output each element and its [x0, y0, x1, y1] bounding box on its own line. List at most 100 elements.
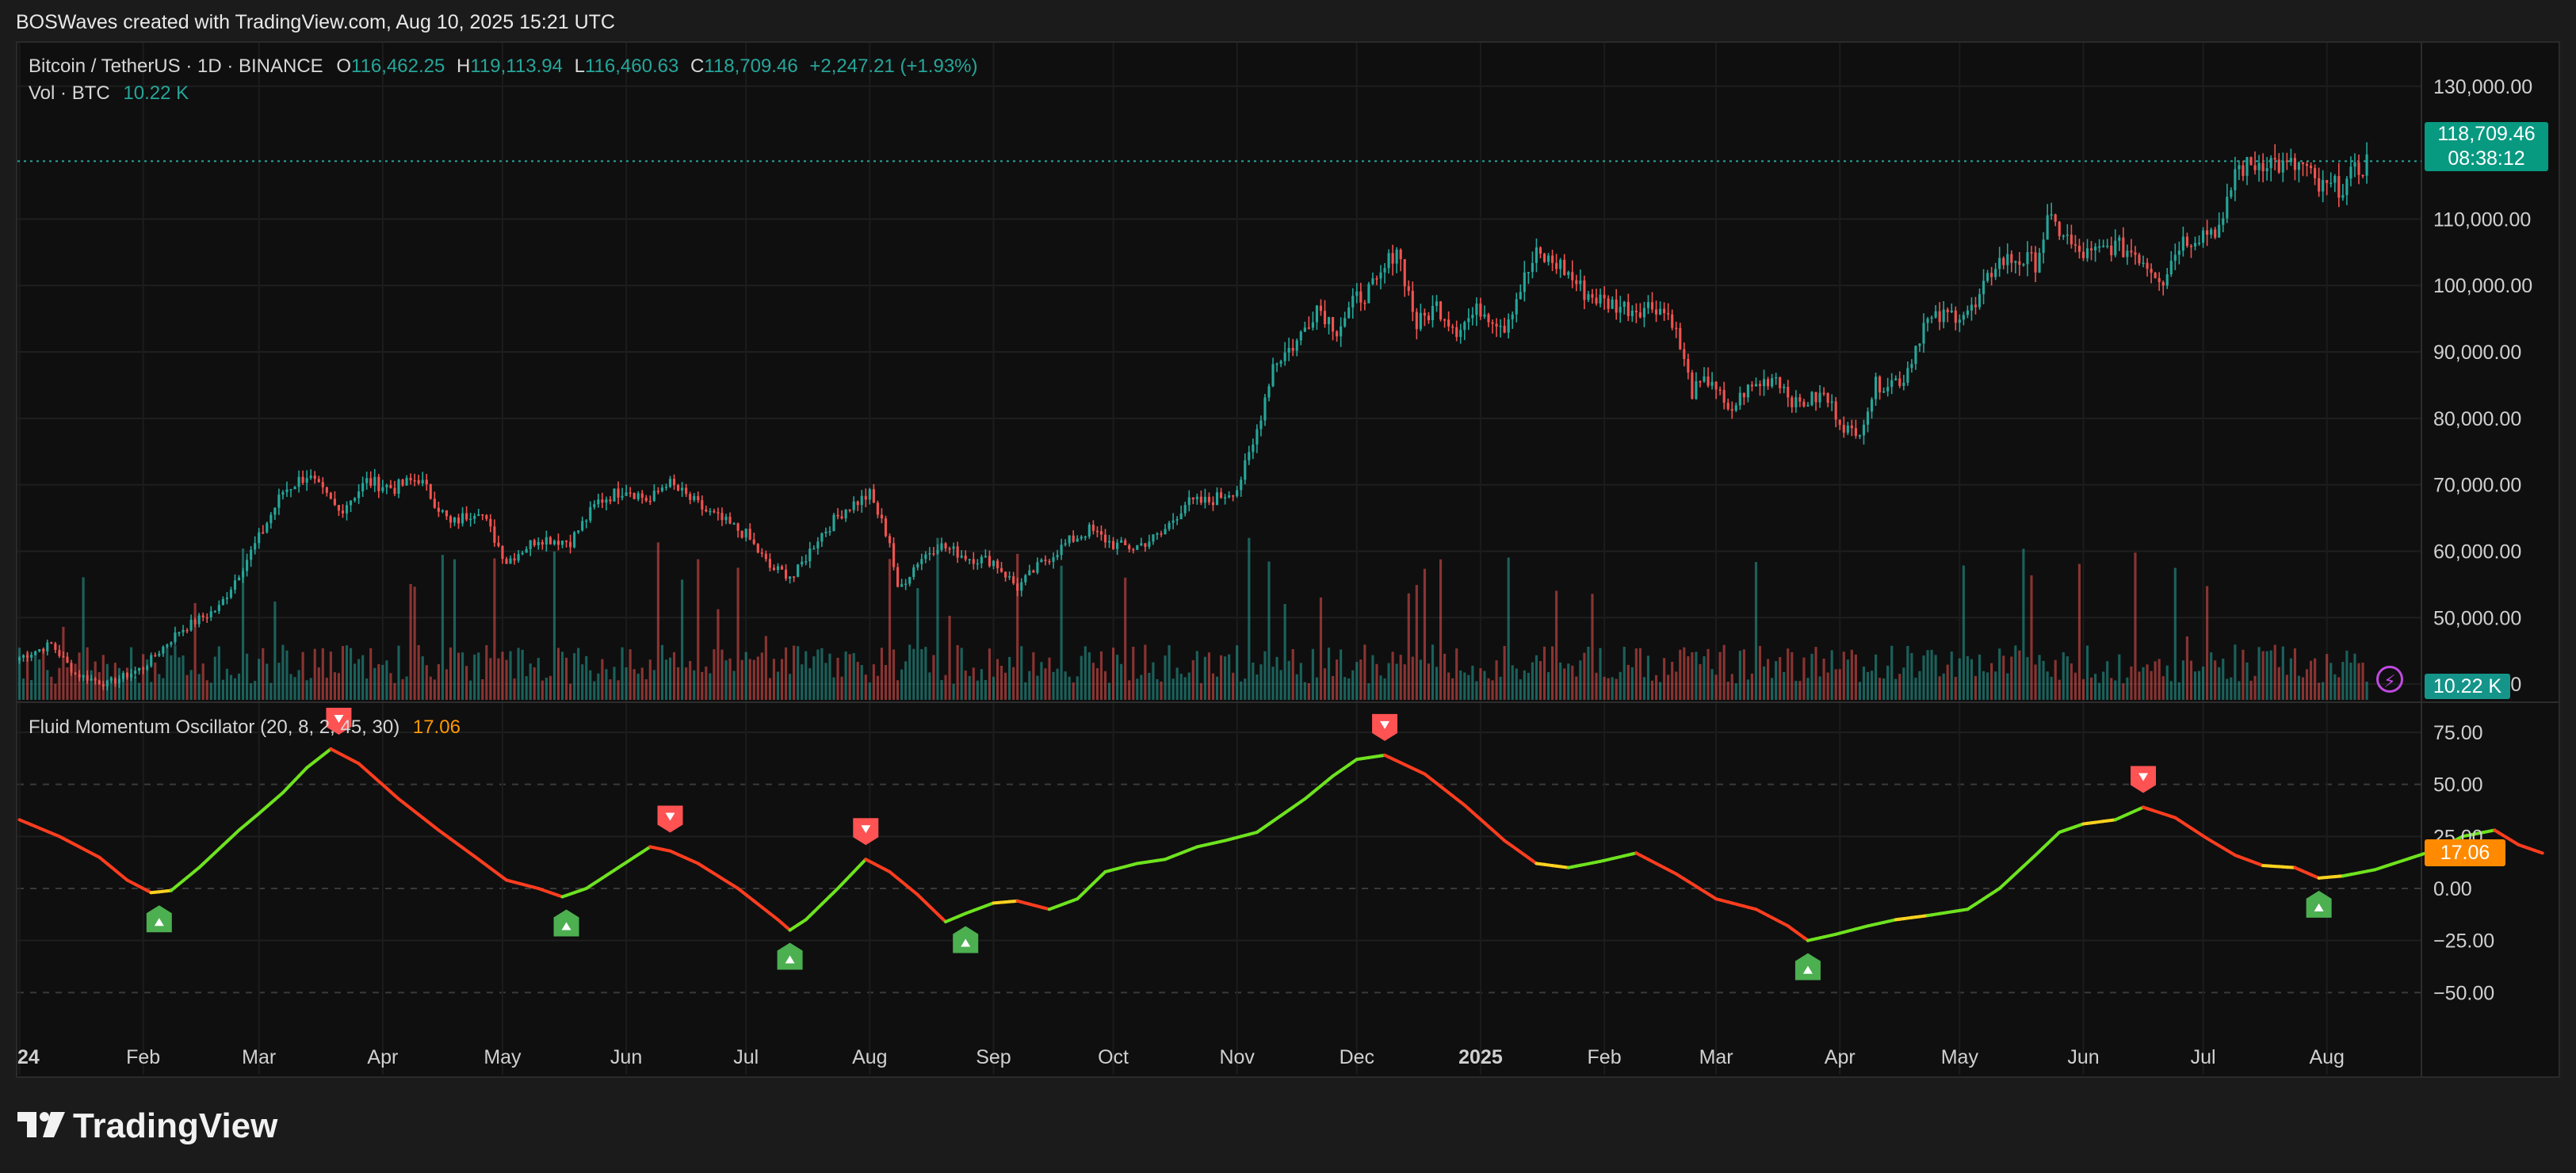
candle-body	[609, 499, 612, 502]
candle-body	[685, 487, 688, 495]
volume-bar	[221, 679, 224, 700]
candle-body	[629, 492, 632, 494]
volume-bar	[497, 658, 500, 700]
buy-signal-marker[interactable]	[1794, 953, 1821, 980]
volume-bar	[501, 651, 504, 700]
candle-body	[1862, 424, 1866, 436]
candle-body	[984, 556, 987, 557]
volume-bar	[377, 663, 380, 700]
sell-signal-marker[interactable]	[2131, 766, 2157, 793]
volume-bar	[976, 680, 979, 700]
volume-bar	[34, 651, 37, 700]
candle-body	[1283, 352, 1286, 361]
volume-bar	[429, 676, 432, 700]
candle-body	[2189, 246, 2193, 247]
symbol-title[interactable]: Bitcoin / TetherUS · 1D · BINANCE	[29, 55, 323, 77]
candle-body	[1982, 281, 1986, 295]
buy-signal-marker[interactable]	[777, 942, 803, 970]
volume-bar	[1195, 651, 1198, 700]
volume-bar	[932, 655, 935, 700]
candle-body	[413, 480, 416, 482]
candle-body	[2218, 224, 2221, 238]
buy-signal-marker[interactable]	[553, 909, 579, 937]
low-label: L	[574, 55, 585, 77]
candle-body	[601, 499, 604, 503]
candle-body	[1898, 378, 1901, 386]
oscillator-label[interactable]: Fluid Momentum Oscillator (20, 8, 2, 45,…	[29, 716, 399, 738]
oscillator-legend: Fluid Momentum Oscillator (20, 8, 2, 45,…	[29, 716, 461, 739]
candle-body	[1407, 286, 1410, 292]
candle-body	[892, 543, 896, 567]
candle-body	[493, 526, 496, 543]
candle-body	[389, 484, 392, 488]
candle-body	[1052, 557, 1055, 562]
volume-bar	[2098, 682, 2101, 700]
bolt-icon[interactable]: ⚡	[2376, 666, 2403, 693]
open-value: 116,462.25	[351, 55, 445, 77]
volume-bar	[1914, 678, 1917, 700]
sell-signal-marker[interactable]	[1372, 713, 1398, 741]
volume-bar	[1435, 667, 1439, 700]
candle-body	[1463, 322, 1466, 331]
volume-bar	[1810, 653, 1814, 700]
volume-bar	[1091, 663, 1095, 700]
volume-bar	[573, 653, 576, 700]
volume-bar	[768, 678, 771, 700]
candle-body	[2102, 246, 2105, 247]
volume-bar	[1990, 663, 1993, 700]
sell-signal-marker[interactable]	[657, 805, 683, 833]
candle-body	[2030, 252, 2033, 254]
candle-body	[589, 506, 592, 521]
candle-body	[2318, 178, 2321, 192]
candle-body	[1555, 262, 1558, 269]
candle-body	[2146, 262, 2149, 269]
sell-signal-marker[interactable]	[853, 818, 879, 846]
volume-bar	[1303, 682, 1306, 700]
volume-label[interactable]: Vol · BTC	[29, 82, 110, 104]
volume-bar	[689, 661, 692, 700]
volume-bar	[672, 651, 676, 700]
volume-bar	[1004, 672, 1007, 700]
chart-canvas[interactable]: 40,000.0050,000.0060,000.0070,000.0080,0…	[0, 0, 2576, 1173]
volume-bar	[1718, 651, 1722, 700]
candle-body	[1866, 411, 1870, 425]
candle-body	[449, 516, 453, 523]
candle-body	[780, 566, 784, 570]
volume-bar	[473, 654, 476, 700]
volume-bar	[1902, 667, 1905, 700]
candle-body	[489, 518, 492, 527]
candle-body	[812, 548, 816, 550]
volume-bar	[1966, 655, 1969, 700]
volume-bar	[1403, 664, 1406, 700]
candle-body	[1179, 513, 1183, 520]
volume-bar	[517, 648, 520, 700]
volume-bar	[1252, 663, 1255, 700]
candle-body	[1471, 315, 1474, 319]
volume-bar	[1439, 559, 1443, 700]
volume-bar	[1507, 557, 1510, 700]
candle-body	[1822, 392, 1825, 395]
volume-bar	[1347, 678, 1351, 700]
candle-body	[1671, 314, 1674, 328]
candle-body	[1794, 397, 1798, 407]
buy-signal-marker[interactable]	[2306, 890, 2332, 918]
volume-bar	[1691, 651, 1694, 700]
candle-body	[1187, 497, 1191, 506]
candle-body	[2177, 250, 2180, 255]
candle-body	[46, 642, 49, 651]
buy-signal-marker[interactable]	[146, 905, 172, 933]
volume-bar	[748, 659, 751, 700]
tradingview-brand[interactable]: TradingView	[16, 1106, 277, 1146]
volume-bar	[2026, 657, 2029, 700]
volume-bar	[2197, 671, 2201, 700]
volume-bar	[269, 682, 273, 700]
buy-signal-marker[interactable]	[953, 926, 979, 953]
candle-body	[277, 495, 281, 508]
candle-body	[525, 548, 528, 553]
volume-bar	[681, 579, 684, 700]
price-tick-label: 80,000.00	[2433, 408, 2521, 430]
candle-body	[2273, 158, 2276, 160]
volume-bar	[1463, 672, 1466, 700]
volume-bar	[1986, 672, 1989, 700]
candle-body	[2026, 252, 2029, 265]
